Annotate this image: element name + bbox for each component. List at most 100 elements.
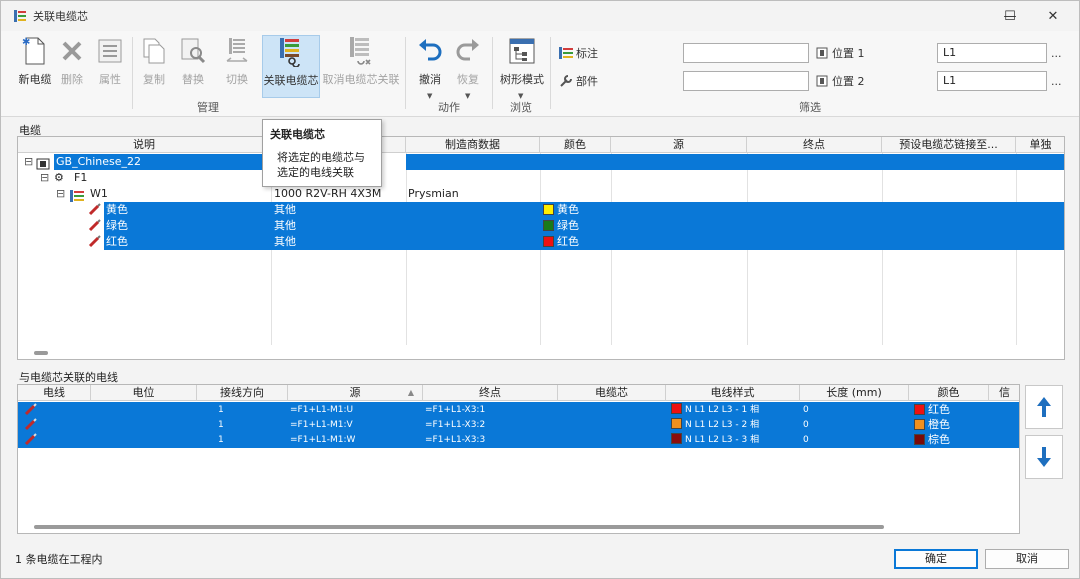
group-label-browse: 浏览 <box>510 101 532 114</box>
status-text: 1 条电缆在工程内 <box>15 553 103 566</box>
core-wire-icon <box>88 218 102 234</box>
tree-row-core[interactable]: 红色 其他 红色 <box>18 234 1064 250</box>
title-bar: 关联电缆芯 <box>1 1 1079 31</box>
col-description[interactable]: 说明 <box>18 137 271 153</box>
wire-row[interactable]: 1 =F1+L1-M1:W =F1+L1-X3:3 N L1 L2 L3 - 3… <box>18 432 1019 448</box>
separator <box>132 37 133 109</box>
part-button[interactable]: 部件 <box>559 73 598 89</box>
position2-browse-button[interactable]: ... <box>1051 75 1062 88</box>
col-wire-source[interactable]: 源 ▲ <box>288 385 423 401</box>
horizontal-scrollbar[interactable] <box>34 351 48 355</box>
new-document-icon: ✱ <box>19 35 51 67</box>
wrench-icon <box>560 75 572 87</box>
collapse-icon[interactable]: ⊟ <box>24 154 33 170</box>
copy-button[interactable]: 复制 <box>139 35 169 91</box>
color-swatch <box>543 220 554 231</box>
wire-icon <box>24 402 38 418</box>
col-wire-target[interactable]: 终点 <box>423 385 558 401</box>
maximize-icon: ☐ <box>1004 8 1016 24</box>
properties-button[interactable]: 属性 <box>93 35 127 91</box>
col-potential[interactable]: 电位 <box>91 385 197 401</box>
tree-row-cable[interactable]: ⊟ W1 1000 R2V-RH 4X3M Prysmian <box>18 186 1064 202</box>
col-source[interactable]: 源 <box>611 137 747 153</box>
col-color[interactable]: 颜色 <box>540 137 611 153</box>
unlink-core-button[interactable]: 取消电缆芯关联 <box>321 35 401 91</box>
ok-button[interactable]: 确定 <box>894 549 978 569</box>
undo-dropdown-icon[interactable]: ▼ <box>427 92 432 100</box>
tree-row-core[interactable]: 黄色 其他 黄色 <box>18 202 1064 218</box>
tree-label: W1 <box>90 187 108 200</box>
unlink-core-icon <box>345 35 377 67</box>
col-core[interactable]: 电缆芯 <box>558 385 666 401</box>
position2-button[interactable]: 位置 2 <box>816 73 865 89</box>
tree-row-function[interactable]: ⊟ ⚙ F1 <box>18 170 1064 186</box>
col-target[interactable]: 终点 <box>747 137 882 153</box>
new-cable-button[interactable]: ✱ 新电缆 <box>15 35 55 91</box>
collapse-icon[interactable]: ⊟ <box>40 170 49 186</box>
col-wire[interactable]: 电线 <box>18 385 91 401</box>
tree-label: F1 <box>74 171 88 184</box>
wire-row[interactable]: 1 =F1+L1-M1:V =F1+L1-X3:2 N L1 L2 L3 - 2… <box>18 417 1019 433</box>
style-swatch <box>671 403 682 414</box>
wire-icon <box>24 417 38 433</box>
core-name: 绿色 <box>106 219 128 232</box>
col-direction[interactable]: 接线方向 <box>197 385 288 401</box>
col-single[interactable]: 单独 <box>1016 137 1064 153</box>
link-core-button[interactable]: 关联电缆芯 <box>262 35 320 98</box>
tree-mode-button[interactable]: 树形模式 <box>498 35 546 91</box>
position1-input[interactable]: L1 <box>937 43 1047 63</box>
col-wire-color[interactable]: 颜色 <box>909 385 989 401</box>
redo-button[interactable]: 恢复 <box>451 35 485 91</box>
position1-button[interactable]: 位置 1 <box>816 45 865 61</box>
cancel-button[interactable]: 取消 <box>985 549 1069 569</box>
move-up-button[interactable] <box>1025 385 1063 429</box>
col-wire-style[interactable]: 电线样式 <box>666 385 800 401</box>
col-preset-link[interactable]: 预设电缆芯链接至... <box>882 137 1016 153</box>
delete-button[interactable]: 删除 <box>57 35 87 91</box>
core-name: 红色 <box>106 235 128 248</box>
mark-button[interactable]: 标注 <box>559 45 598 61</box>
link-core-tooltip: 关联电缆芯 将选定的电缆芯与 选定的电线关联 <box>262 119 382 187</box>
style-swatch <box>671 433 682 444</box>
replace-search-icon <box>177 35 209 67</box>
redo-dropdown-icon[interactable]: ▼ <box>465 92 470 100</box>
col-manufacturer[interactable]: 制造商数据 <box>406 137 540 153</box>
undo-button[interactable]: 撤消 <box>413 35 447 91</box>
tree-row-core[interactable]: 绿色 其他 绿色 <box>18 218 1064 234</box>
wire-icon <box>24 432 38 448</box>
col-length[interactable]: 长度 (mm) <box>800 385 909 401</box>
wire-row[interactable]: 1 =F1+L1-M1:U =F1+L1-X3:1 N L1 L2 L3 - 1… <box>18 402 1019 418</box>
switch-icon <box>221 35 253 67</box>
core-type: 其他 <box>274 219 296 232</box>
row-selection-fill <box>104 234 1064 250</box>
collapse-icon[interactable]: ⊟ <box>56 186 65 202</box>
color-swatch <box>543 204 554 215</box>
dialog-window: 关联电缆芯 — ☐ ✕ ✱ 新电缆 删除 属性 复制 替换 切换 关联电缆芯 取… <box>0 0 1080 579</box>
position2-input[interactable]: L1 <box>937 71 1047 91</box>
core-color: 红色 <box>543 234 579 250</box>
tree-row-project[interactable]: ⊟ GB_Chinese_22 <box>18 154 1064 170</box>
mark-icon <box>559 47 573 59</box>
close-button[interactable]: ✕ <box>1030 1 1076 31</box>
svg-text:✱: ✱ <box>22 37 30 48</box>
cable-type: 1000 R2V-RH 4X3M <box>274 187 382 200</box>
filter-input-1[interactable] <box>683 43 809 63</box>
color-swatch <box>914 404 925 415</box>
position1-browse-button[interactable]: ... <box>1051 47 1062 60</box>
maximize-button[interactable]: ☐ <box>987 1 1033 31</box>
filter-input-2[interactable] <box>683 71 809 91</box>
core-wire-icon <box>88 234 102 250</box>
col-signal[interactable]: 信 <box>989 385 1019 401</box>
switch-button[interactable]: 切换 <box>217 35 257 91</box>
replace-button[interactable]: 替换 <box>176 35 210 91</box>
core-color: 黄色 <box>543 202 579 218</box>
properties-list-icon <box>94 35 126 67</box>
position-icon <box>816 75 828 87</box>
cable-app-icon <box>14 10 26 22</box>
undo-arrow-icon <box>414 35 446 67</box>
cable-grid: 说明 制造商数据 颜色 源 终点 预设电缆芯链接至... 单独 ⊟ GB_Chi… <box>17 136 1065 360</box>
horizontal-scrollbar[interactable] <box>34 525 884 529</box>
move-down-button[interactable] <box>1025 435 1063 479</box>
arrow-down-icon <box>1037 447 1051 467</box>
window-title: 关联电缆芯 <box>33 10 88 23</box>
